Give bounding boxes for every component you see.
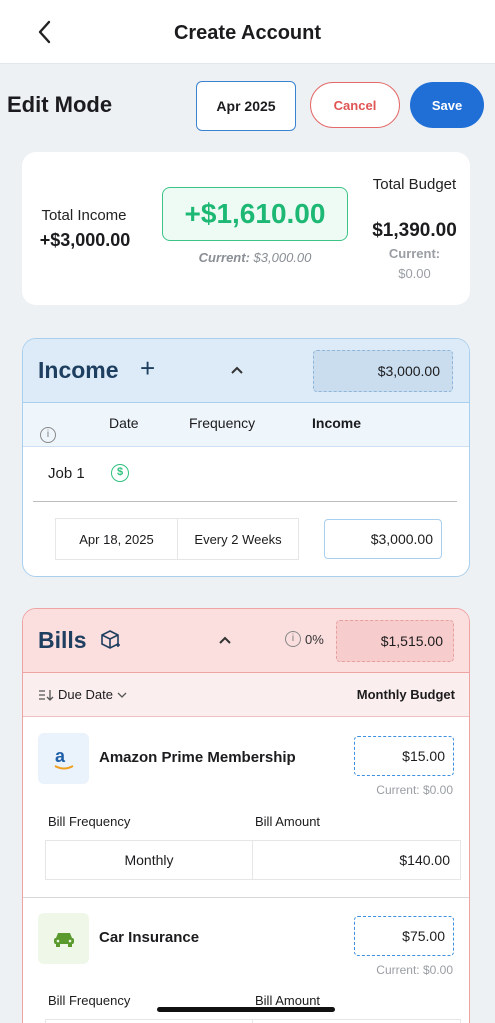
bills-title: Bills [38, 627, 87, 653]
nav-bar: Create Account [0, 0, 495, 64]
collapse-chevron-icon[interactable] [230, 365, 244, 375]
info-icon[interactable]: i [285, 631, 301, 647]
car-icon [38, 913, 89, 964]
income-section: Income + $3,000.00 i Date Frequency Inco… [22, 338, 470, 577]
month-picker-button[interactable]: Apr 2025 [196, 81, 296, 131]
amazon-logo-icon: a [38, 733, 89, 784]
monthly-budget-label: Monthly Budget [356, 687, 455, 702]
total-income-value: +$3,000.00 [39, 230, 131, 250]
bills-header[interactable]: Bills i 0% $1,515.00 [23, 609, 469, 673]
bill-amount-value[interactable]: $140.00 [253, 841, 460, 879]
net-current-value: $3,000.00 [253, 250, 312, 265]
col-date: Date [109, 415, 139, 431]
sort-icon [39, 689, 54, 701]
cancel-button[interactable]: Cancel [310, 82, 400, 128]
net-amount-badge: +$1,610.00 [162, 187, 348, 241]
summary-card: Total Income +$3,000.00 +$1,610.00 Curre… [22, 152, 470, 305]
chevron-down-icon [117, 692, 127, 698]
dollar-circle-icon: $ [111, 464, 129, 482]
col-income: Income [312, 415, 362, 431]
total-budget-value: $1,390.00 [372, 220, 457, 241]
bills-percent: i 0% [285, 631, 324, 647]
bills-columns: Due Date Monthly Budget [23, 673, 469, 717]
add-income-icon[interactable]: + [140, 353, 155, 384]
total-income-label: Total Income [41, 207, 127, 224]
info-icon[interactable]: i [40, 427, 56, 443]
bill-budget-field[interactable]: $75.00 [354, 916, 454, 956]
income-amount-field[interactable]: $3,000.00 [324, 519, 442, 559]
bill-detail-row: Monthly $140.00 [45, 840, 461, 880]
income-frequency[interactable]: Every 2 Weeks [178, 519, 298, 559]
collapse-chevron-icon[interactable] [218, 635, 232, 645]
col-frequency: Frequency [189, 415, 256, 431]
bills-section: Bills i 0% $1,515.00 Due Date Monthly Bud… [22, 608, 470, 1023]
bill-frequency-value[interactable]: Monthly [46, 841, 253, 879]
net-amount-value: +$1,610.00 [184, 198, 326, 229]
income-schedule-row: Apr 18, 2025 Every 2 Weeks [55, 518, 299, 560]
bill-detail-row [45, 1019, 461, 1023]
income-columns: i Date Frequency Income [23, 403, 469, 447]
budget-current: Current: $0.00 [362, 244, 467, 284]
sort-label: Due Date [58, 687, 113, 702]
bills-percent-value: 0% [305, 631, 324, 647]
income-date[interactable]: Apr 18, 2025 [56, 519, 178, 559]
bill-current: Current: $0.00 [376, 783, 453, 797]
mode-label: Edit Mode [7, 92, 113, 117]
bill-current: Current: $0.00 [376, 963, 453, 977]
home-indicator [157, 1007, 335, 1012]
bill-frequency-label: Bill Frequency [48, 993, 131, 1008]
page-title: Create Account [173, 22, 322, 44]
bill-name[interactable]: Amazon Prime Membership [99, 749, 296, 766]
income-header[interactable]: Income + $3,000.00 [23, 339, 469, 403]
net-current: Current: $3,000.00 [162, 250, 348, 265]
svg-text:a: a [55, 746, 66, 766]
budget-current-value: $0.00 [398, 266, 431, 281]
bill-amount-label: Bill Amount [255, 814, 321, 829]
budget-current-key: Current: [388, 246, 441, 261]
bill-amount-label: Bill Amount [255, 993, 321, 1008]
income-title: Income [38, 357, 119, 383]
package-add-icon[interactable] [99, 629, 121, 651]
bills-total-field[interactable]: $1,515.00 [336, 620, 454, 662]
bill-frequency-label: Bill Frequency [48, 814, 131, 829]
sort-control[interactable]: Due Date [38, 687, 127, 702]
total-budget-label: Total Budget [372, 176, 457, 193]
save-button[interactable]: Save [410, 82, 484, 128]
net-current-key: Current: [198, 250, 250, 265]
divider [23, 897, 469, 898]
bill-budget-field[interactable]: $15.00 [354, 736, 454, 776]
income-name[interactable]: Job 1 [48, 465, 85, 482]
divider [33, 501, 457, 502]
bill-name[interactable]: Car Insurance [99, 929, 199, 946]
income-total-field[interactable]: $3,000.00 [313, 350, 453, 392]
